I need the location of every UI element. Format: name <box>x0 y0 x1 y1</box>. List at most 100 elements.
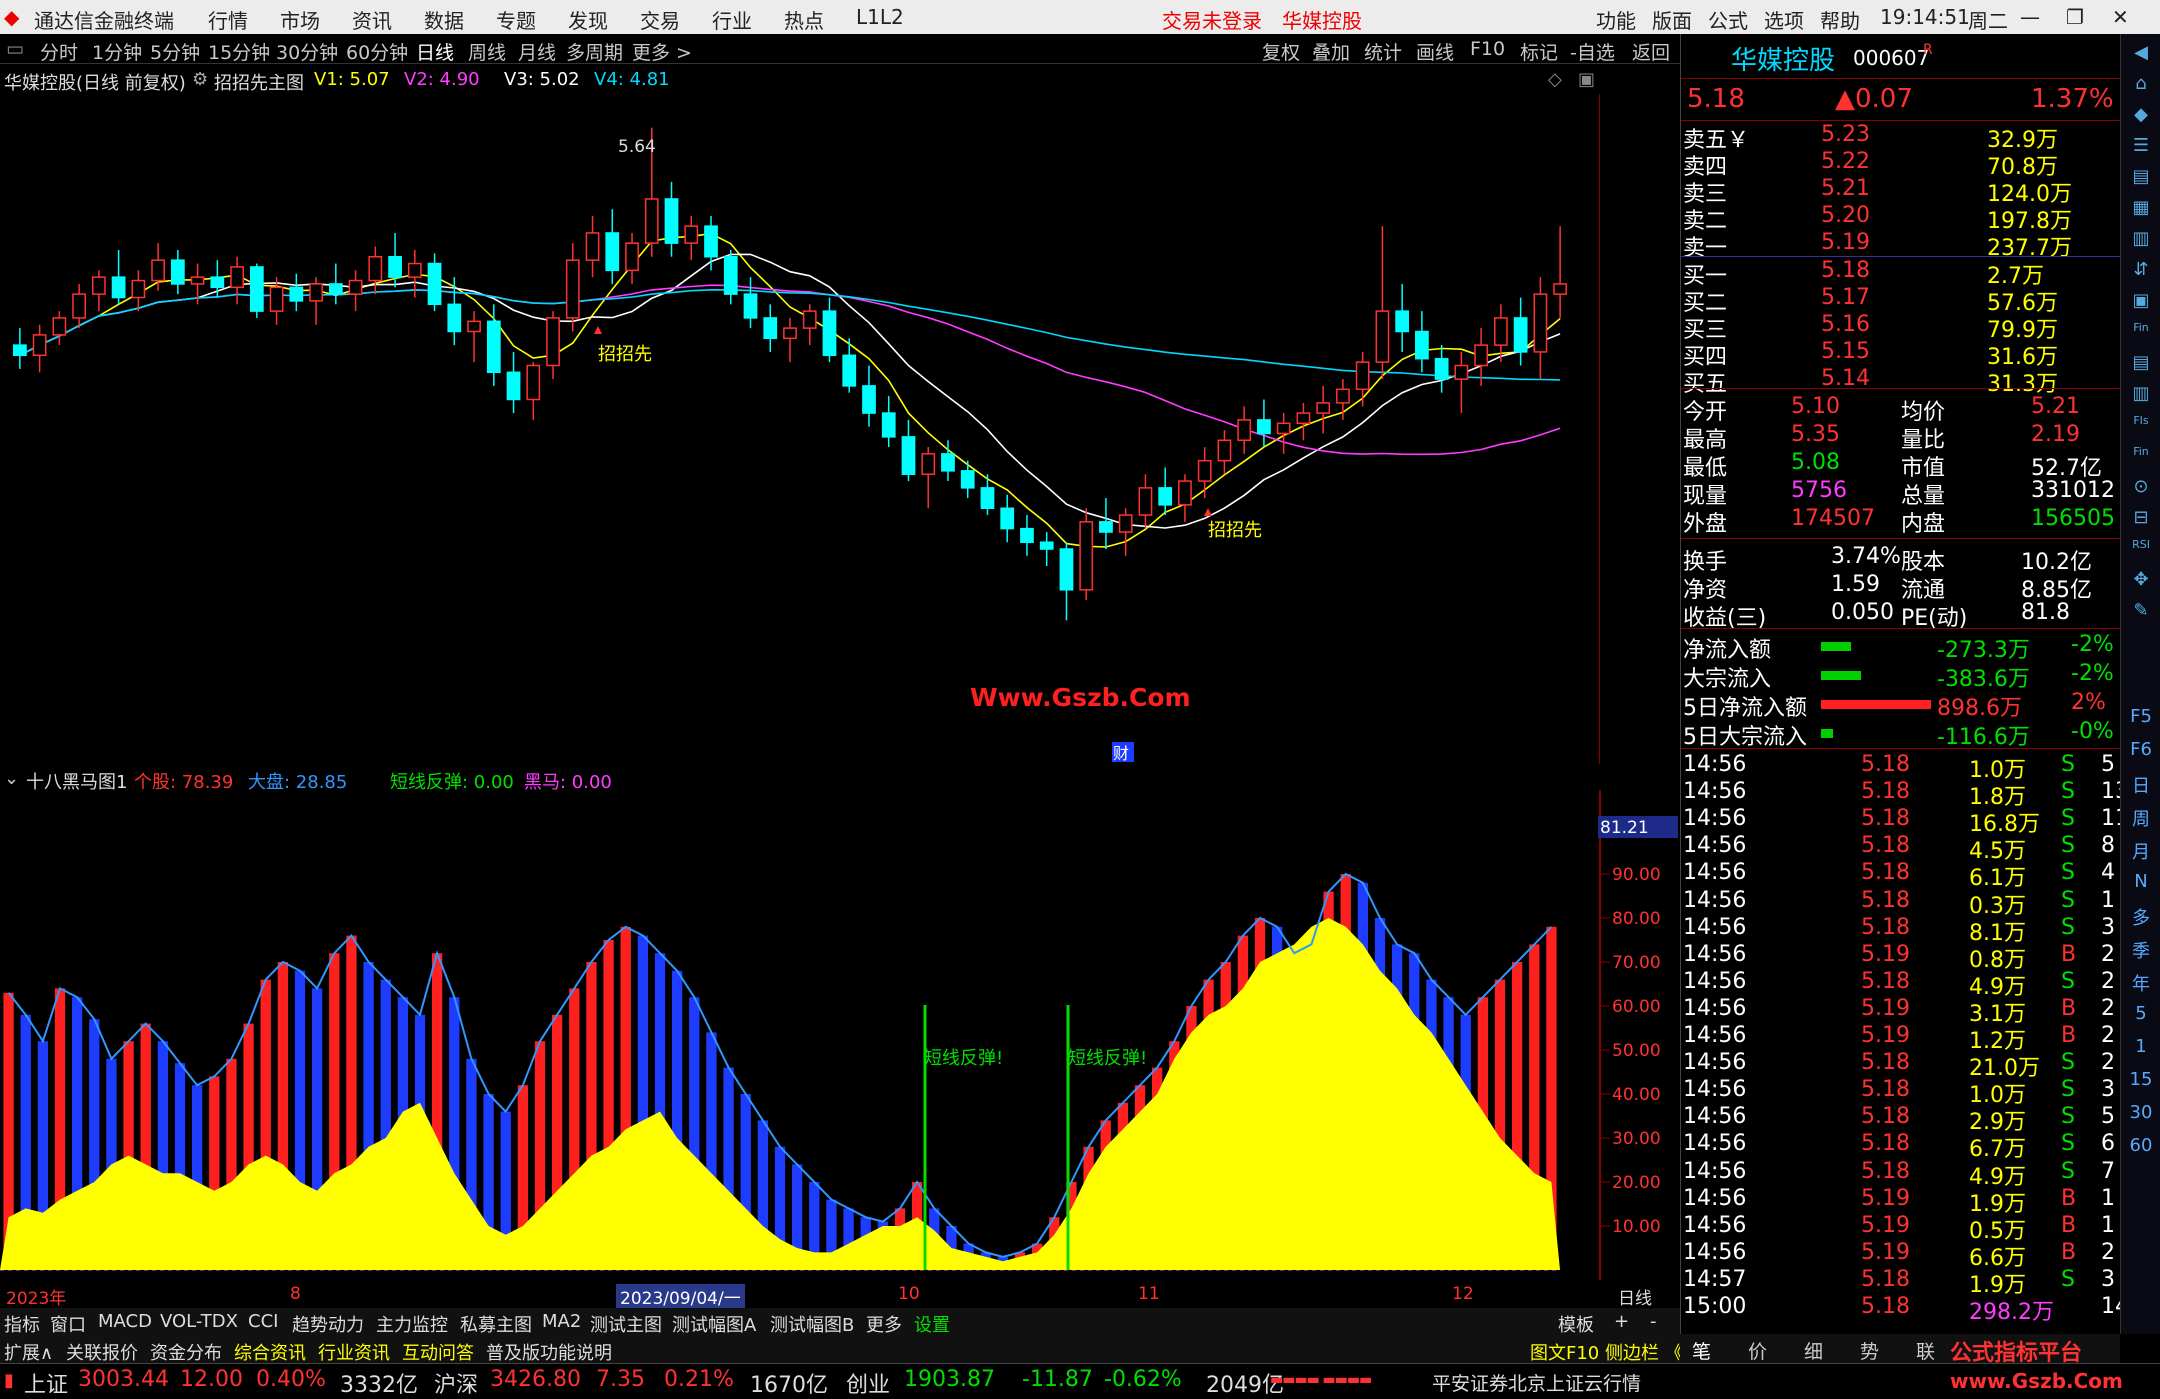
tool-f10[interactable]: F10 <box>1470 38 1505 60</box>
tick-row[interactable]: 14:56 5.18 21.0万 S 2 <box>1681 1050 2121 1081</box>
tick-row[interactable]: 14:56 5.18 4.5万 S 8 <box>1681 833 2121 864</box>
hs-label[interactable]: 沪深 <box>434 1367 478 1399</box>
tab-multi[interactable]: 多周期 <box>566 38 623 65</box>
tab-daily[interactable]: 日线 <box>416 38 454 65</box>
ind-tab-indicator[interactable]: 指标 <box>4 1311 40 1337</box>
tick-row[interactable]: 14:56 5.18 6.7万 S 6 <box>1681 1131 2121 1162</box>
tab-options-icon[interactable]: ▭ <box>6 38 24 60</box>
ind-tab-test-main[interactable]: 测试主图 <box>590 1311 662 1337</box>
menu-hq[interactable]: 行情 <box>208 5 248 34</box>
menu-options[interactable]: 选项 <box>1764 5 1804 34</box>
menu-layout[interactable]: 版面 <box>1652 5 1692 34</box>
side-tool-icon[interactable]: ☰ <box>2127 135 2155 163</box>
menu-l1l2[interactable]: L1L2 <box>856 5 904 29</box>
ind-tab-add[interactable]: + <box>1614 1311 1629 1332</box>
side-period-icon[interactable]: F6 <box>2127 739 2155 767</box>
tool-stats[interactable]: 统计 <box>1364 38 1402 65</box>
tab-15min[interactable]: 15分钟 <box>208 38 270 65</box>
side-tool-icon[interactable]: ◆ <box>2127 104 2155 132</box>
tab-5min[interactable]: 5分钟 <box>150 38 200 65</box>
side-tool-icon[interactable]: RSI <box>2127 538 2155 566</box>
flow-row[interactable]: 大宗流入 -383.6万 -2% <box>1681 661 2121 692</box>
tick-row[interactable]: 14:56 5.19 0.5万 B 1 <box>1681 1213 2121 1244</box>
side-tool-icon[interactable]: ▦ <box>2127 197 2155 225</box>
tick-row[interactable]: 14:56 5.18 4.9万 S 7 <box>1681 1159 2121 1190</box>
tool-fuquan[interactable]: 复权 <box>1262 38 1300 65</box>
side-tool-icon[interactable]: ▣ <box>2127 290 2155 318</box>
tick-row[interactable]: 14:56 5.18 2.9万 S 5 <box>1681 1104 2121 1135</box>
menu-formula[interactable]: 公式 <box>1708 5 1748 34</box>
flow-row[interactable]: 5日大宗流入 -116.6万 -0% <box>1681 719 2121 750</box>
formula-name[interactable]: 招招先主图 <box>214 69 304 95</box>
tick-row[interactable]: 14:57 5.18 1.9万 S 3 <box>1681 1267 2121 1298</box>
tick-row[interactable]: 14:56 5.18 0.3万 S 1 <box>1681 888 2121 919</box>
menu-topic[interactable]: 专题 <box>496 5 536 34</box>
candlestick-chart[interactable]: 5.605.505.405.305.205.105.004.904.804.70… <box>0 94 1600 764</box>
tab-30min[interactable]: 30分钟 <box>276 38 338 65</box>
ind-tab-cci[interactable]: CCI <box>248 1311 278 1332</box>
side-period-icon[interactable]: 多 <box>2127 904 2155 932</box>
menu-data[interactable]: 数据 <box>424 5 464 34</box>
side-period-icon[interactable]: 周 <box>2127 805 2155 833</box>
tick-row[interactable]: 14:56 5.19 6.6万 B 2 <box>1681 1240 2121 1271</box>
side-tool-icon[interactable]: ▥ <box>2127 383 2155 411</box>
ext-tab-qa[interactable]: 互动问答 <box>402 1339 474 1365</box>
side-period-icon[interactable]: N <box>2127 871 2155 899</box>
sh-label[interactable]: 上证 <box>24 1367 68 1399</box>
side-tool-icon[interactable]: ⌂ <box>2127 73 2155 101</box>
close-icon[interactable]: ✕ <box>2112 5 2129 29</box>
side-tool-icon[interactable]: ⇵ <box>2127 259 2155 287</box>
side-period-icon[interactable]: 日 <box>2127 772 2155 800</box>
panel-tab-trend[interactable]: 势 <box>1860 1337 1879 1364</box>
ask-row[interactable]: 卖五￥ 5.23 32.9万 <box>1681 122 2121 153</box>
tool-watchlist[interactable]: -自选 <box>1570 38 1615 65</box>
ask-row[interactable]: 卖二 5.20 197.8万 <box>1681 203 2121 234</box>
tick-row[interactable]: 14:56 5.19 1.2万 B 2 <box>1681 1023 2121 1054</box>
ext-tab-related[interactable]: 关联报价 <box>66 1339 138 1365</box>
indicator-dropdown-icon[interactable]: ⌄ <box>4 768 19 789</box>
tab-monthly[interactable]: 月线 <box>518 38 556 65</box>
tick-row[interactable]: 14:56 5.18 1.0万 S 3 <box>1681 1077 2121 1108</box>
ext-tab-fund[interactable]: 资金分布 <box>150 1339 222 1365</box>
formula-gear-icon[interactable]: ⚙ <box>192 69 208 90</box>
restore-icon[interactable]: ❐ <box>2066 5 2084 29</box>
side-period-icon[interactable]: 60 <box>2127 1135 2155 1163</box>
panel-tab-price[interactable]: 价 <box>1748 1337 1767 1364</box>
side-period-icon[interactable]: 15 <box>2127 1069 2155 1097</box>
side-tool-icon[interactable]: ✎ <box>2127 600 2155 628</box>
indicator-chart[interactable]: 90.00 80.00 70.00 60.00 50.00 40.00 30.00 20.00… <box>0 790 1680 1280</box>
ind-tab-test-a[interactable]: 测试幅图A <box>672 1311 756 1337</box>
chart-diamond-icon[interactable]: ◇ <box>1548 69 1562 90</box>
stat-row[interactable]: 最高 5.35 量比 2.19 <box>1681 422 2121 453</box>
cy-label[interactable]: 创业 <box>846 1367 890 1399</box>
ind-tab-test-b[interactable]: 测试幅图B <box>770 1311 854 1337</box>
tab-fenshi[interactable]: 分时 <box>40 38 78 65</box>
side-tool-icon[interactable]: ◀ <box>2127 42 2155 70</box>
ask-row[interactable]: 卖三 5.21 124.0万 <box>1681 176 2121 207</box>
ind-tab-trend[interactable]: 趋势动力 <box>292 1311 364 1337</box>
tool-draw[interactable]: 画线 <box>1416 38 1454 65</box>
ext-tab-industry-news[interactable]: 行业资讯 <box>318 1339 390 1365</box>
trade-login-status[interactable]: 交易未登录 <box>1162 5 1262 34</box>
ind-tab-main-monitor[interactable]: 主力监控 <box>376 1311 448 1337</box>
ind-tab-ma2[interactable]: MA2 <box>542 1311 581 1332</box>
ind-tab-template[interactable]: 模板 <box>1558 1311 1594 1337</box>
side-period-icon[interactable]: 季 <box>2127 937 2155 965</box>
ask-row[interactable]: 卖一 5.19 237.7万 <box>1681 230 2121 261</box>
menu-hot[interactable]: 热点 <box>784 5 824 34</box>
ask-row[interactable]: 卖四 5.22 70.8万 <box>1681 149 2121 180</box>
side-tool-icon[interactable]: ⊟ <box>2127 507 2155 535</box>
tab-more[interactable]: 更多 > <box>632 38 692 65</box>
menu-discover[interactable]: 发现 <box>568 5 608 34</box>
stat-row[interactable]: 收益(三) 0.050 PE(动) 81.8 <box>1681 600 2121 631</box>
ind-tab-window[interactable]: 窗口 <box>50 1311 86 1337</box>
tab-weekly[interactable]: 周线 <box>468 38 506 65</box>
menu-market[interactable]: 市场 <box>280 5 320 34</box>
side-tool-icon[interactable]: ✥ <box>2127 569 2155 597</box>
tick-row[interactable]: 14:56 5.18 16.8万 S 11 <box>1681 806 2129 837</box>
ind-tab-more[interactable]: 更多 <box>866 1311 902 1337</box>
side-period-icon[interactable]: 5 <box>2127 1003 2155 1031</box>
flow-row[interactable]: 净流入额 -273.3万 -2% <box>1681 632 2121 663</box>
ext-tab-f10-sidebar[interactable]: 图文F10 侧边栏 《 <box>1530 1339 1683 1365</box>
side-tool-icon[interactable]: ▤ <box>2127 166 2155 194</box>
